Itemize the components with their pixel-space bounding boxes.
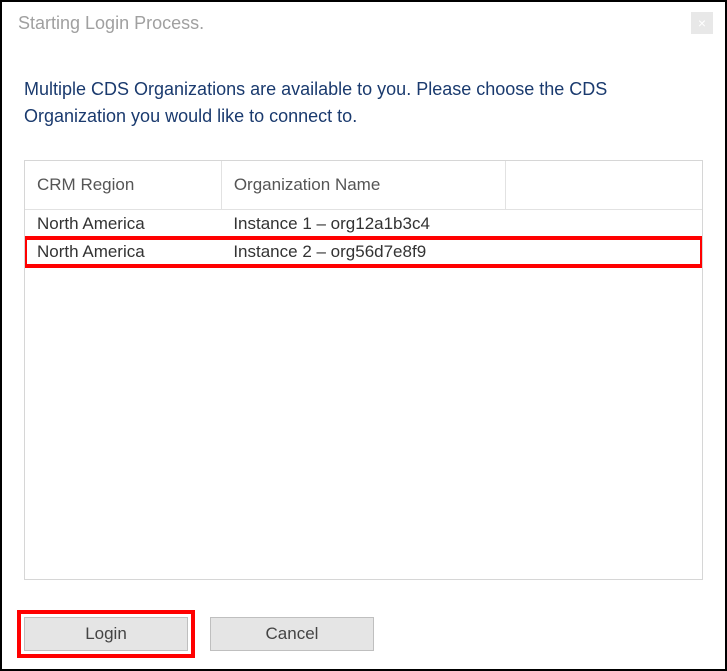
login-button-highlight: Login xyxy=(17,610,195,658)
org-table: CRM Region Organization Name North Ameri… xyxy=(25,161,702,266)
button-row: Login Cancel xyxy=(24,617,374,651)
cell-region: North America xyxy=(25,210,221,238)
instruction-text: Multiple CDS Organizations are available… xyxy=(2,46,725,140)
cell-org: Instance 1 – org12a1b3c4 xyxy=(221,210,702,238)
login-button[interactable]: Login xyxy=(24,617,188,651)
table-body: North America Instance 1 – org12a1b3c4 N… xyxy=(25,210,702,266)
column-header-region[interactable]: CRM Region xyxy=(25,161,221,210)
table-row[interactable]: North America Instance 1 – org12a1b3c4 xyxy=(25,210,702,238)
cell-org: Instance 2 – org56d7e8f9 xyxy=(221,238,702,266)
column-header-org[interactable]: Organization Name xyxy=(221,161,505,210)
close-icon: × xyxy=(698,15,706,31)
table-header-row: CRM Region Organization Name xyxy=(25,161,702,210)
table-row[interactable]: North America Instance 2 – org56d7e8f9 xyxy=(25,238,702,266)
title-bar: Starting Login Process. × xyxy=(2,2,725,46)
cancel-button[interactable]: Cancel xyxy=(210,617,374,651)
cell-region: North America xyxy=(25,238,221,266)
column-header-empty[interactable] xyxy=(506,161,702,210)
org-table-container: CRM Region Organization Name North Ameri… xyxy=(24,160,703,580)
close-button[interactable]: × xyxy=(691,12,713,34)
window-title: Starting Login Process. xyxy=(18,13,204,34)
